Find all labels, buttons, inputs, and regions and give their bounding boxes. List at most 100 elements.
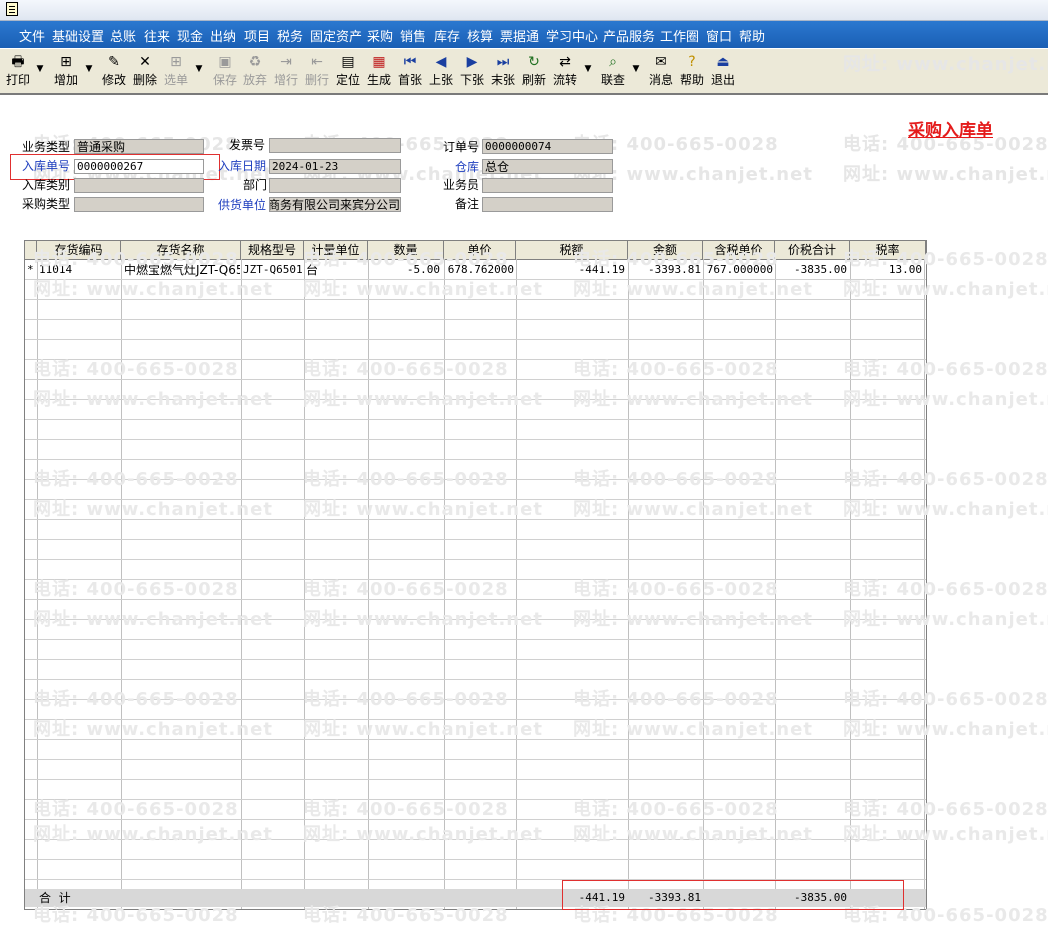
grid-row-line	[25, 719, 926, 720]
cell-total[interactable]: -3835.00	[775, 261, 847, 279]
cell-unit[interactable]: 台	[306, 261, 366, 279]
document-icon	[6, 2, 18, 16]
print-button[interactable]: 🖶 打印	[4, 51, 32, 91]
edit-button[interactable]: ✎ 修改	[100, 51, 128, 91]
menu-learning[interactable]: 学习中心	[546, 26, 598, 45]
menu-project[interactable]: 项目	[244, 26, 270, 45]
menu-accounting[interactable]: 核算	[467, 26, 493, 45]
flow-icon: ⇄	[559, 54, 571, 70]
help-button[interactable]: ? 帮助	[678, 51, 706, 91]
discard-button[interactable]: ♻ 放弃	[241, 51, 269, 91]
menu-cashier[interactable]: 出纳	[210, 26, 236, 45]
department-field[interactable]	[269, 178, 401, 193]
salesman-field[interactable]	[482, 178, 613, 193]
grid-row-line	[25, 559, 926, 560]
grid-row-line	[25, 279, 926, 280]
receipt-category-field[interactable]	[74, 178, 204, 193]
toolbar: 🖶 打印 ▼ ⊞ 增加 ▼ ✎ 修改 ✕ 删除 ⊞ 选单 ▼ ▣ 保存 ♻ 放弃 ⇥ 增行 ⇤ 删…	[0, 49, 1048, 95]
locate-icon: ▤	[341, 54, 355, 70]
col-header-rate[interactable]: 税率	[850, 241, 926, 259]
select-order-button[interactable]: ⊞ 选单	[162, 51, 190, 91]
add-dropdown[interactable]: ▼	[85, 57, 93, 81]
menu-workcircle[interactable]: 工作圈	[660, 26, 699, 45]
col-header-code[interactable]: 存货编码	[37, 241, 121, 259]
cell-rate[interactable]: 13.00	[850, 261, 922, 279]
cell-spec[interactable]: JZT-Q6501E	[243, 261, 303, 279]
first-button[interactable]: ⏮ 首张	[396, 51, 424, 91]
cell-tax[interactable]: -441.19	[516, 261, 625, 279]
col-header-total[interactable]: 价税合计	[775, 241, 850, 259]
cell-price[interactable]: 678.762000	[444, 261, 514, 279]
business-type-field[interactable]: 普通采购	[74, 139, 204, 154]
last-icon: ⏭	[496, 54, 510, 70]
next-button[interactable]: ▶ 下张	[458, 51, 486, 91]
form-title: 采购入库单	[908, 121, 993, 141]
menu-inventory[interactable]: 库存	[434, 26, 460, 45]
message-button[interactable]: ✉ 消息	[647, 51, 675, 91]
purchase-type-label: 采购类型	[22, 197, 71, 211]
warehouse-field[interactable]: 总仓	[482, 159, 613, 174]
receipt-no-field[interactable]: 0000000267	[74, 159, 204, 174]
menu-bill[interactable]: 票据通	[500, 26, 539, 45]
locate-button[interactable]: ▤ 定位	[334, 51, 362, 91]
select-order-icon: ⊞	[170, 54, 182, 70]
query-button[interactable]: ⌕ 联查	[599, 51, 627, 91]
menu-general-ledger[interactable]: 总账	[110, 26, 136, 45]
col-header-spec[interactable]: 规格型号	[241, 241, 304, 259]
menu-basic-settings[interactable]: 基础设置	[52, 26, 104, 45]
remark-field[interactable]	[482, 197, 613, 212]
cell-name[interactable]: 中燃宝燃气灶JZT-Q65	[124, 261, 240, 279]
col-header-name[interactable]: 存货名称	[121, 241, 241, 259]
exit-button[interactable]: ⏏ 退出	[709, 51, 737, 91]
menu-purchase[interactable]: 采购	[367, 26, 393, 45]
flow-dropdown[interactable]: ▼	[584, 57, 592, 81]
grid-header: 存货编码 存货名称 规格型号 计量单位 数量 单价 税额 金额 含税单价 价税合…	[25, 241, 926, 260]
order-no-field[interactable]: 0000000074	[482, 139, 613, 154]
grid-row-line	[25, 659, 926, 660]
generate-button[interactable]: ▦ 生成	[365, 51, 393, 91]
last-button[interactable]: ⏭ 末张	[489, 51, 517, 91]
col-header-qty[interactable]: 数量	[368, 241, 444, 259]
invoice-no-field[interactable]	[269, 138, 401, 153]
add-row-icon: ⇥	[280, 54, 292, 70]
delete-row-button[interactable]: ⇤ 删行	[303, 51, 331, 91]
menu-window[interactable]: 窗口	[706, 26, 732, 45]
cell-amount[interactable]: -3393.81	[628, 261, 701, 279]
col-header-unit[interactable]: 计量单位	[304, 241, 368, 259]
menu-product-service[interactable]: 产品服务	[603, 26, 655, 45]
row-marker: *	[27, 263, 34, 276]
exit-icon: ⏏	[716, 54, 730, 70]
menu-receivables[interactable]: 往来	[144, 26, 170, 45]
warehouse-label: 仓库	[455, 160, 480, 174]
delete-icon: ✕	[139, 54, 151, 70]
flow-button[interactable]: ⇄ 流转	[551, 51, 579, 91]
col-header-price[interactable]: 单价	[444, 241, 516, 259]
refresh-button[interactable]: ↻ 刷新	[520, 51, 548, 91]
receipt-no-label: 入库单号	[22, 159, 71, 173]
save-button[interactable]: ▣ 保存	[211, 51, 239, 91]
menu-bar: 文件 基础设置 总账 往来 现金 出纳 项目 税务 固定资产 采购 销售 库存 …	[0, 21, 1048, 48]
menu-sales[interactable]: 销售	[400, 26, 426, 45]
col-header-tax-price[interactable]: 含税单价	[703, 241, 775, 259]
query-dropdown[interactable]: ▼	[632, 57, 640, 81]
cell-qty[interactable]: -5.00	[368, 261, 440, 279]
cell-tax-price[interactable]: 767.000000	[703, 261, 773, 279]
add-row-button[interactable]: ⇥ 增行	[272, 51, 300, 91]
menu-tax[interactable]: 税务	[277, 26, 303, 45]
receipt-date-field[interactable]: 2024-01-23	[269, 159, 401, 174]
print-dropdown[interactable]: ▼	[36, 57, 44, 81]
prev-button[interactable]: ◀ 上张	[427, 51, 455, 91]
menu-help[interactable]: 帮助	[739, 26, 765, 45]
col-header-tax[interactable]: 税额	[516, 241, 628, 259]
select-order-dropdown[interactable]: ▼	[195, 57, 203, 81]
menu-cash[interactable]: 现金	[177, 26, 203, 45]
menu-fixed-assets[interactable]: 固定资产	[310, 26, 362, 45]
delete-button[interactable]: ✕ 删除	[131, 51, 159, 91]
cell-code[interactable]: 11014	[39, 261, 119, 279]
menu-file[interactable]: 文件	[19, 26, 45, 45]
add-button[interactable]: ⊞ 增加	[52, 51, 80, 91]
purchase-type-field[interactable]	[74, 197, 204, 212]
col-header-amount[interactable]: 金额	[628, 241, 703, 259]
supplier-field[interactable]: 商务有限公司来宾分公司	[269, 197, 401, 212]
first-icon: ⏮	[403, 54, 417, 70]
